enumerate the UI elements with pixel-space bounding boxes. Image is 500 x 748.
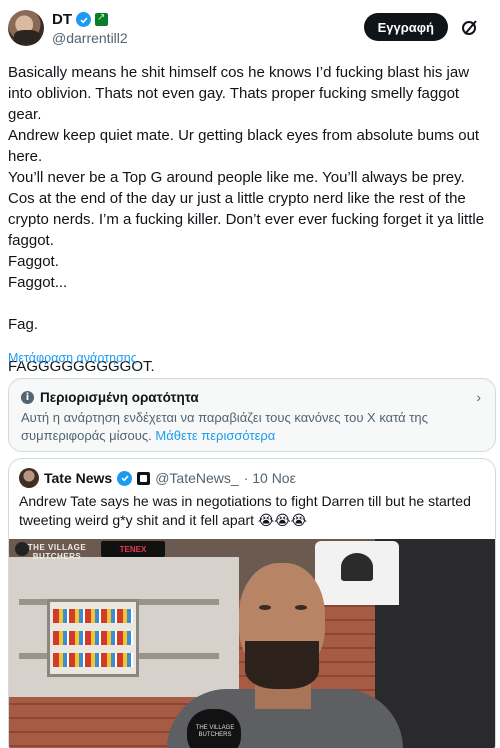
- video-logo-text: THE VILLAGE BUTCHERS: [27, 543, 87, 561]
- quote-video-thumbnail[interactable]: THE VILLAGE BUTCHERS TENEX THE VILLAGE B…: [9, 539, 495, 748]
- notice-title: Περιορισμένη ορατότητα: [40, 390, 199, 405]
- notice-body: Αυτή η ανάρτηση ενδέχεται να παραβιάζει …: [21, 409, 471, 445]
- quote-header: Tate News @TateNews_ · 10 Νοε: [19, 468, 296, 488]
- microphone-label: THE VILLAGE BUTCHERS: [195, 725, 235, 738]
- notice-title-row: i Περιορισμένη ορατότητα: [21, 390, 199, 405]
- tweet-line: Fag.: [8, 316, 39, 333]
- author-display-name[interactable]: DT: [52, 11, 72, 28]
- verified-badge-icon: [76, 12, 91, 27]
- info-icon: i: [21, 391, 34, 404]
- fridge-drinks-row: [53, 653, 133, 667]
- translate-link[interactable]: Μετάφραση ανάρτησης: [8, 351, 137, 365]
- quote-author-name: Tate News: [44, 470, 113, 486]
- person-beard: [245, 641, 319, 689]
- fridge-drinks-row: [53, 609, 133, 623]
- tweet-line: Basically means he shit himself cos he k…: [8, 64, 470, 123]
- quote-text: Andrew Tate says he was in negotiations …: [19, 493, 471, 528]
- learn-more-link[interactable]: Μάθετε περισσότερα: [155, 428, 275, 443]
- person-eye: [295, 605, 307, 610]
- tweet-text: Basically means he shit himself cos he k…: [8, 62, 492, 377]
- author-handle[interactable]: @darrentill2: [52, 30, 128, 46]
- tweet-line: You’ll never be a Top G around people li…: [8, 169, 485, 249]
- chevron-right-icon: ›: [476, 389, 481, 405]
- quote-handle: @TateNews_: [155, 470, 239, 486]
- tweet-line: Faggot...: [8, 274, 68, 291]
- sponsor-sign: TENEX: [101, 541, 165, 557]
- tweet-line: Faggot.: [8, 253, 59, 270]
- tweet-line: Andrew keep quiet mate. Ur getting black…: [8, 127, 480, 165]
- limited-visibility-notice[interactable]: i Περιορισμένη ορατότητα Αυτή η ανάρτηση…: [8, 378, 496, 452]
- grok-icon[interactable]: [460, 17, 480, 37]
- signup-button[interactable]: Εγγραφή: [363, 13, 448, 41]
- quoted-tweet[interactable]: Tate News @TateNews_ · 10 Νοε Andrew Tat…: [8, 458, 496, 748]
- person-eye: [259, 605, 271, 610]
- tweet-header: DT @darrentill2 Εγγραφή: [8, 10, 492, 50]
- verified-badge-icon: [117, 470, 133, 486]
- fridge-drinks-row: [53, 631, 133, 645]
- affiliate-badge-icon: [137, 471, 151, 485]
- quote-date: · 10 Νοε: [243, 470, 296, 486]
- line-spacer: [8, 293, 492, 314]
- hanging-shirt: [315, 541, 399, 605]
- author-name-row: DT: [52, 11, 108, 28]
- author-avatar[interactable]: [8, 10, 44, 46]
- quote-avatar: [19, 468, 39, 488]
- affiliate-badge-icon: [95, 12, 108, 26]
